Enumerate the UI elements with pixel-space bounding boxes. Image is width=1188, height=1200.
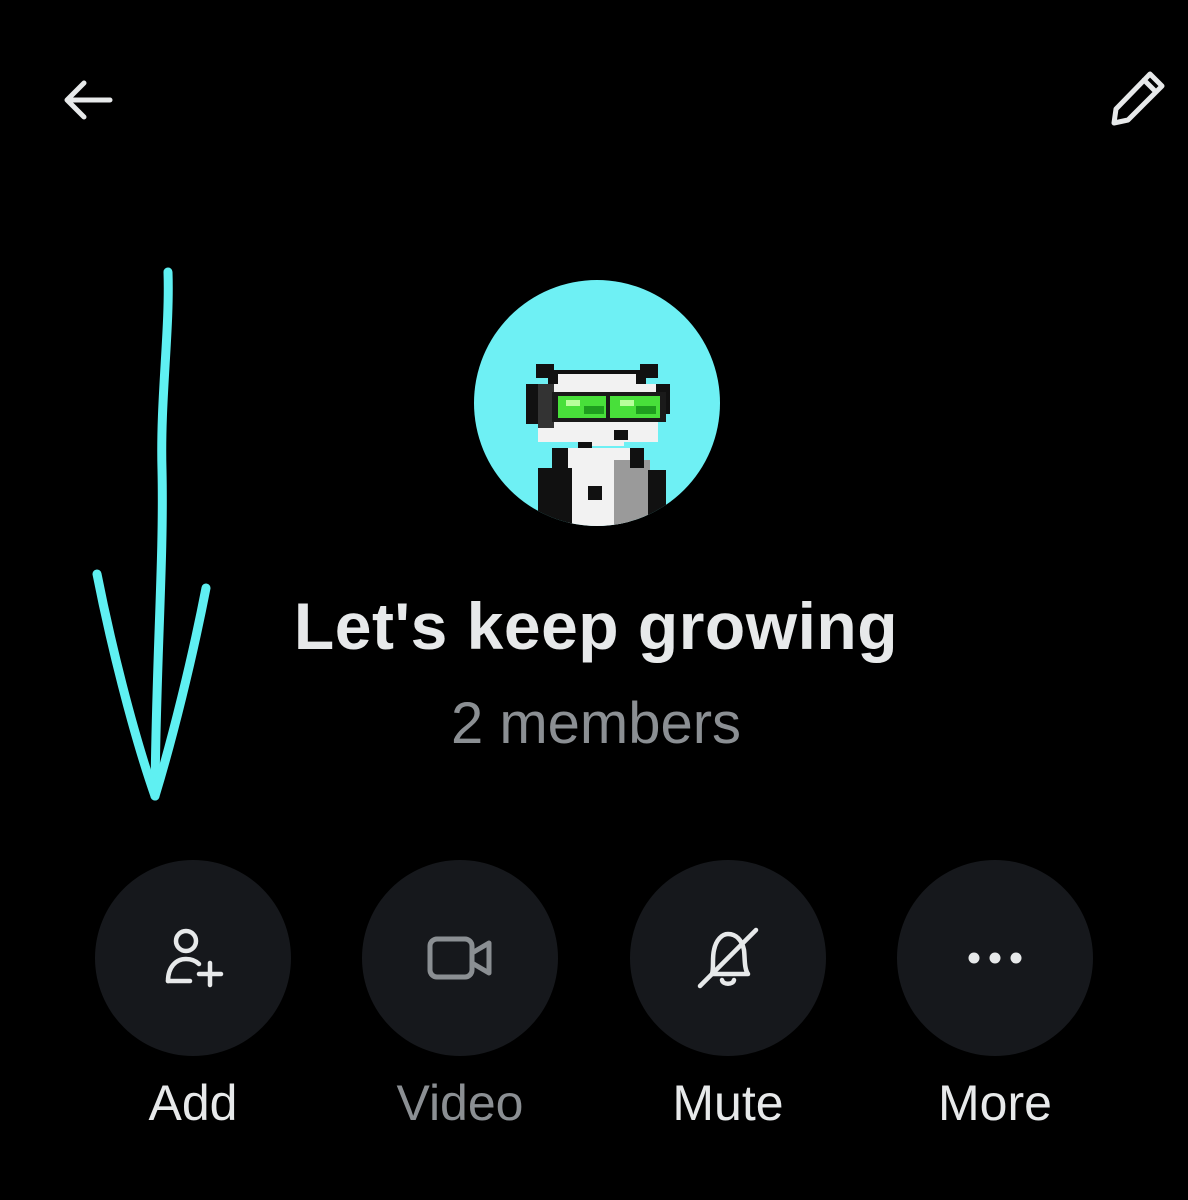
add-button-circle[interactable] — [95, 860, 291, 1056]
group-name: Let's keep growing — [293, 589, 899, 663]
pencil-icon — [1111, 71, 1165, 126]
arrow-left-icon — [64, 80, 113, 120]
more-label: More — [938, 1075, 1052, 1131]
add-person-icon — [165, 928, 224, 988]
add-member-button[interactable]: Add — [95, 860, 291, 1132]
more-button-circle[interactable] — [897, 860, 1093, 1056]
bell-slash-icon — [697, 927, 759, 989]
add-label: Add — [148, 1075, 238, 1131]
back-button[interactable] — [48, 60, 128, 140]
video-label: Video — [396, 1075, 524, 1131]
mute-label: Mute — [672, 1075, 784, 1131]
video-button-circle[interactable] — [362, 860, 558, 1056]
mute-button[interactable]: Mute — [630, 860, 826, 1132]
pixel-art-avatar — [526, 364, 670, 526]
group-avatar — [474, 280, 720, 526]
more-dots-icon — [968, 952, 1022, 964]
member-count: 2 members — [450, 691, 742, 756]
more-button[interactable]: More — [897, 860, 1093, 1132]
video-call-button[interactable]: Video — [362, 860, 558, 1132]
video-camera-icon — [427, 936, 492, 980]
edit-group-button[interactable] — [1098, 58, 1178, 138]
mute-button-circle[interactable] — [630, 860, 826, 1056]
